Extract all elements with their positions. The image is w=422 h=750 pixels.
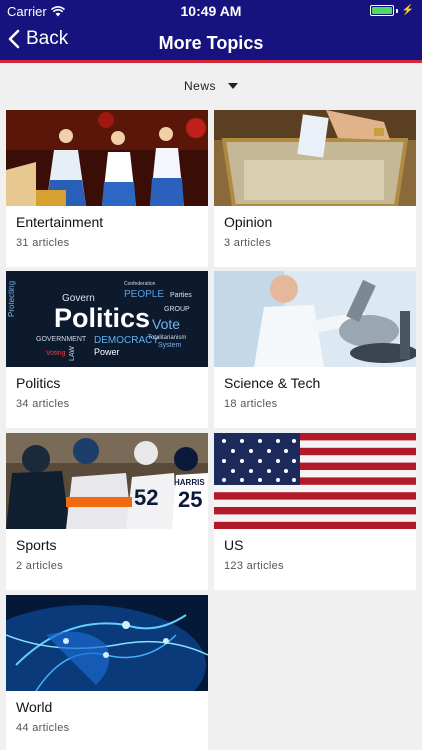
dancers-photo — [6, 110, 208, 206]
topic-card-us[interactable]: US 123 articles — [214, 433, 416, 590]
topic-card-entertainment[interactable]: Entertainment 31 articles — [6, 110, 208, 267]
caret-down-icon — [228, 83, 238, 89]
topic-article-count: 18 articles — [224, 398, 278, 410]
wordcloud-word: System — [158, 342, 182, 349]
navigation-header: Carrier 10:49 AM ⚡ Back More Topics — [0, 0, 422, 63]
football-players-photo: 52 25 HARRIS — [6, 433, 208, 529]
topic-title: Sports — [16, 537, 57, 553]
topic-article-count: 44 articles — [16, 722, 70, 734]
header-accent-line — [0, 60, 422, 63]
charging-icon: ⚡ — [401, 5, 414, 16]
wordcloud-word: LAW — [69, 346, 76, 361]
topic-card-world[interactable]: World 44 articles — [6, 595, 208, 750]
jersey-number: 52 — [134, 485, 158, 510]
american-flag-photo — [214, 433, 416, 529]
topic-article-count: 2 articles — [16, 560, 64, 572]
wordcloud-title: Politics — [54, 303, 150, 333]
page-title: More Topics — [158, 33, 264, 53]
topic-title: Politics — [16, 375, 61, 391]
topic-article-count: 34 articles — [16, 398, 70, 410]
battery-icon: ⚡ — [369, 5, 414, 16]
wordcloud-word: Protecting — [7, 281, 16, 317]
topic-card-politics[interactable]: Protecting Govern PEOPLE Vote Politics G… — [6, 271, 208, 428]
topic-card-opinion[interactable]: Opinion 3 articles — [214, 110, 416, 267]
jersey-number: 25 — [178, 487, 202, 512]
wordcloud-word: Power — [94, 347, 120, 357]
wordcloud-word: PEOPLE — [124, 289, 164, 300]
politics-wordcloud: Protecting Govern PEOPLE Vote Politics G… — [6, 271, 208, 367]
topic-title: Science & Tech — [224, 375, 321, 391]
category-dropdown-value: News — [183, 79, 216, 93]
category-dropdown[interactable]: News — [0, 66, 422, 106]
wordcloud-word: Voting — [46, 350, 66, 357]
wordcloud-word: Parties — [170, 292, 192, 299]
topic-title: World — [16, 699, 53, 715]
topic-title: Entertainment — [16, 214, 104, 230]
wordcloud-word: GROUP — [164, 306, 190, 313]
wordcloud-word: Confederation — [124, 281, 156, 287]
topic-article-count: 3 articles — [224, 237, 272, 249]
microscope-photo — [214, 271, 416, 367]
topic-article-count: 123 articles — [224, 560, 284, 572]
topic-card-sports[interactable]: 52 25 HARRIS Sports 2 articles — [6, 433, 208, 590]
globe-network-photo — [6, 595, 208, 691]
topic-card-science-tech[interactable]: Science & Tech 18 articles — [214, 271, 416, 428]
status-time: 10:49 AM — [180, 3, 242, 19]
jersey-name: HARRIS — [174, 478, 205, 487]
wordcloud-word: Totalitarianism — [148, 335, 186, 341]
topic-title: US — [224, 537, 244, 553]
topic-article-count: 31 articles — [16, 237, 70, 249]
wordcloud-word: Vote — [152, 316, 180, 332]
wordcloud-word: GOVERNMENT — [36, 336, 87, 343]
ballot-box-photo — [214, 110, 416, 206]
status-bar: Carrier 10:49 AM ⚡ — [0, 0, 422, 22]
nav-bar: Back More Topics — [0, 22, 422, 60]
topic-title: Opinion — [224, 214, 273, 230]
